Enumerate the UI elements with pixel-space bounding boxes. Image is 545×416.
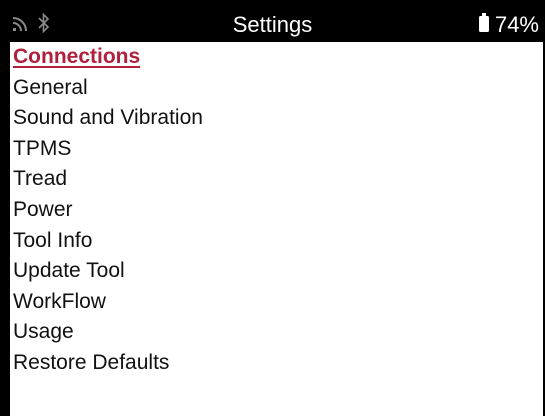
menu-item-tool-info[interactable]: Tool Info [10, 226, 543, 257]
menu-item-restore-defaults[interactable]: Restore Defaults [10, 348, 543, 379]
menu-item-sound-and-vibration[interactable]: Sound and Vibration [10, 103, 543, 134]
menu-item-general[interactable]: General [10, 73, 543, 104]
menu-item-tpms[interactable]: TPMS [10, 134, 543, 165]
battery-indicator: 74% [478, 12, 539, 38]
settings-menu-panel: Connections General Sound and Vibration … [10, 42, 543, 416]
menu-item-connections[interactable]: Connections [10, 42, 543, 73]
menu-item-workflow[interactable]: WorkFlow [10, 287, 543, 318]
battery-percentage: 74% [494, 12, 539, 37]
menu-item-tread[interactable]: Tread [10, 164, 543, 195]
menu-item-update-tool[interactable]: Update Tool [10, 256, 543, 287]
menu-item-power[interactable]: Power [10, 195, 543, 226]
menu-item-usage[interactable]: Usage [10, 317, 543, 348]
settings-menu: Connections General Sound and Vibration … [10, 42, 543, 379]
battery-icon [478, 12, 490, 38]
screen-title: Settings [232, 12, 313, 37]
status-bar: Settings 74% [0, 8, 545, 42]
device-screen: Settings 74% Connections General Sound a… [0, 0, 545, 416]
